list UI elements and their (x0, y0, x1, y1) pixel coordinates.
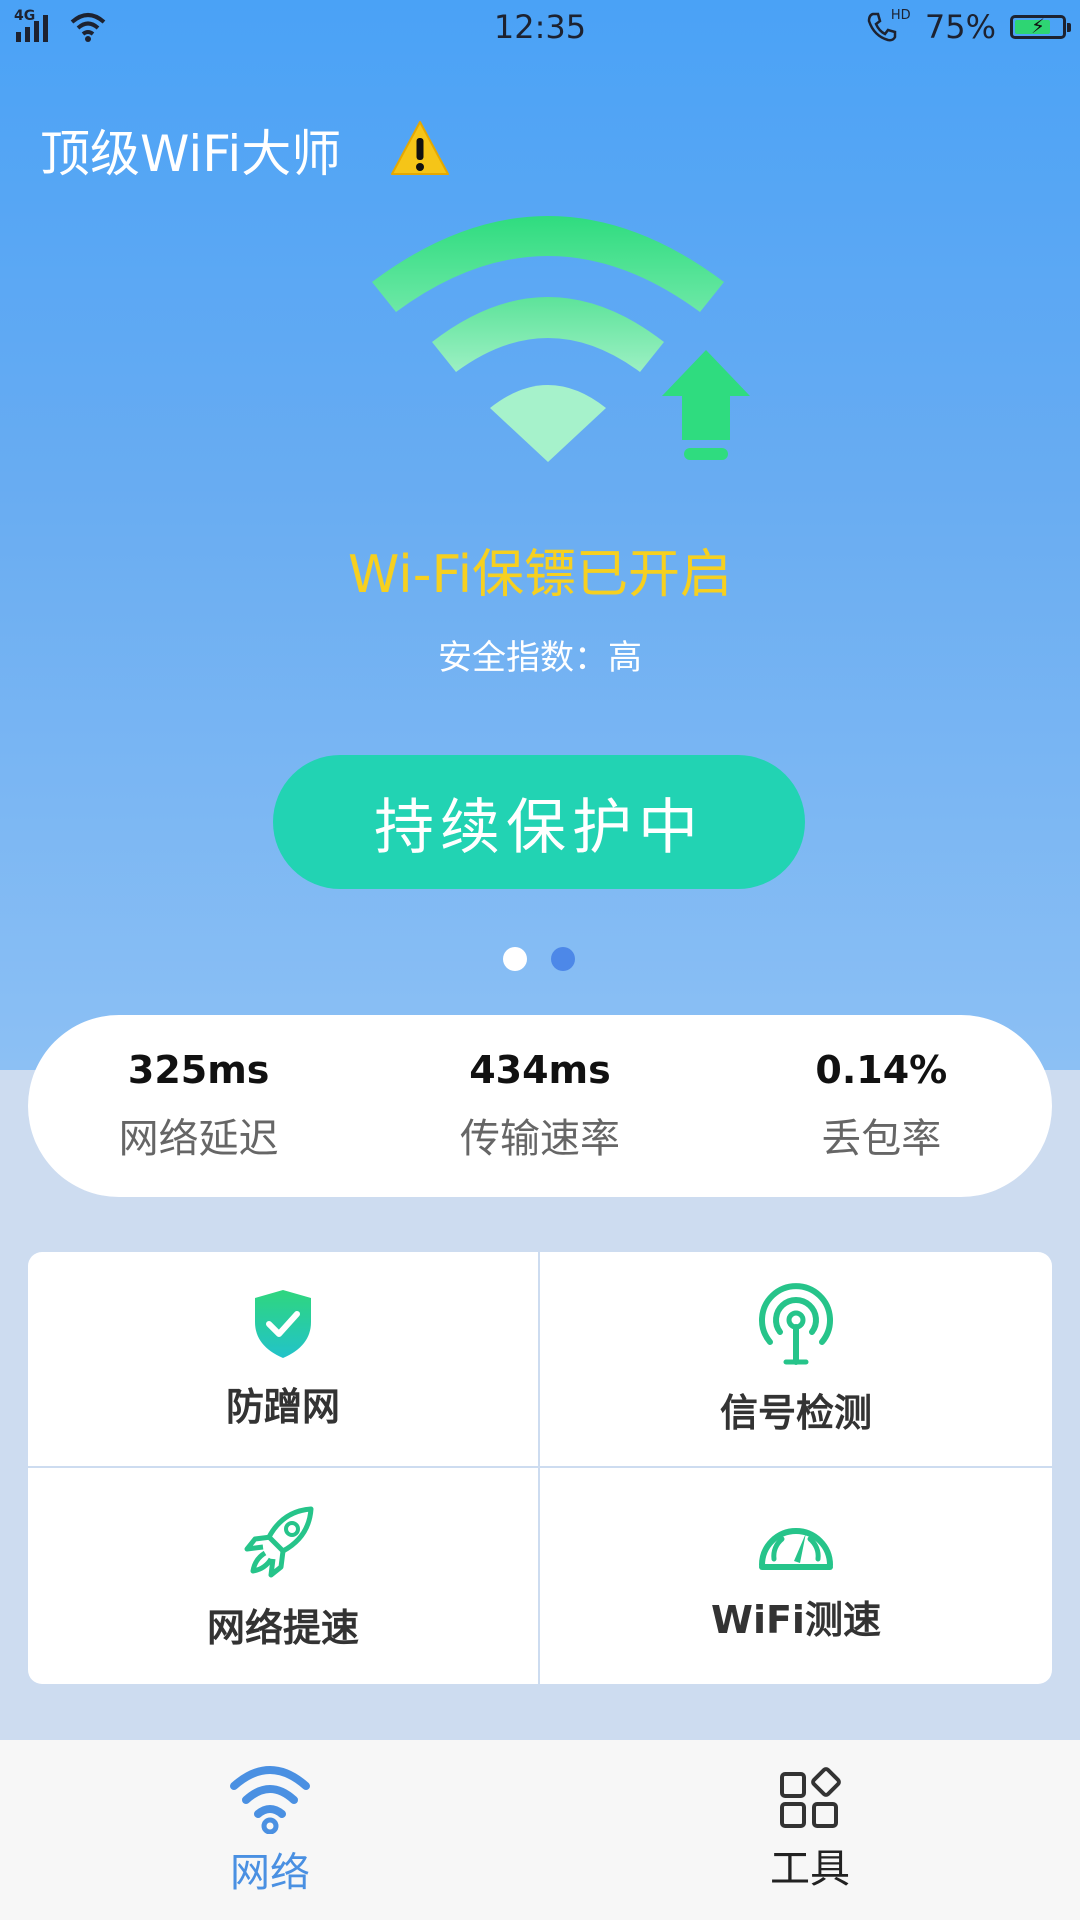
wifi-shield-illustration-icon (372, 216, 750, 462)
grid-apps-icon (780, 1767, 841, 1828)
stat-label: 丢包率 (821, 1116, 942, 1162)
stat-latency: 325ms 网络延迟 (28, 1015, 369, 1197)
tool-anti-freeloader[interactable]: 防蹭网 (28, 1252, 540, 1468)
tool-wifi-speedtest[interactable]: WiFi测速 (540, 1468, 1052, 1684)
speedometer-icon (759, 1527, 833, 1570)
battery-icon: ⚡ (1010, 14, 1071, 39)
stat-label: 传输速率 (459, 1116, 620, 1162)
bottom-tab-bar: 网络 工具 (0, 1740, 1080, 1920)
app-title: 顶级WiFi大师 (40, 125, 342, 183)
stat-label: 网络延迟 (118, 1116, 279, 1162)
protection-status-title: Wi-Fi保镖已开启 (347, 545, 733, 605)
tool-signal-check[interactable]: 信号检测 (540, 1252, 1052, 1468)
tool-network-boost[interactable]: 网络提速 (28, 1468, 540, 1684)
tool-label: 防蹭网 (225, 1384, 340, 1429)
rocket-icon (244, 1506, 314, 1577)
page-indicator (503, 947, 575, 971)
tab-tools[interactable]: 工具 (540, 1740, 1080, 1920)
shield-check-icon (255, 1289, 311, 1358)
protecting-button[interactable]: 持续保护中 (273, 755, 805, 889)
tab-label: 工具 (770, 1846, 850, 1892)
page-dot-2[interactable] (551, 947, 575, 971)
tool-label: 信号检测 (719, 1390, 872, 1435)
tool-grid: 防蹭网 信号检测 网络提速 WiFi测速 (28, 1252, 1052, 1684)
tab-network[interactable]: 网络 (0, 1740, 540, 1920)
stat-transfer-rate: 434ms 传输速率 (369, 1015, 710, 1197)
status-bar: 4G 12:35 HD 75% ⚡ (0, 0, 1080, 58)
battery-percent: 75% (924, 8, 996, 46)
hd-call-icon: HD (865, 8, 911, 44)
tab-label: 网络 (230, 1850, 310, 1896)
signal-antenna-icon (759, 1282, 833, 1365)
wifi-icon (230, 1766, 310, 1834)
warning-triangle-icon[interactable] (388, 118, 452, 178)
page-dot-1[interactable] (503, 947, 527, 971)
stat-value: 0.14% (815, 1048, 948, 1092)
stat-value: 434ms (469, 1048, 611, 1092)
safety-index-text: 安全指数：高 (438, 638, 642, 678)
stat-value: 325ms (127, 1048, 270, 1092)
tool-label: 网络提速 (206, 1605, 359, 1650)
tool-label: WiFi测速 (711, 1597, 881, 1642)
network-stats-card: 325ms 网络延迟 434ms 传输速率 0.14% 丢包率 (28, 1015, 1052, 1197)
stat-packet-loss: 0.14% 丢包率 (711, 1015, 1052, 1197)
hd-badge: HD (890, 8, 911, 23)
